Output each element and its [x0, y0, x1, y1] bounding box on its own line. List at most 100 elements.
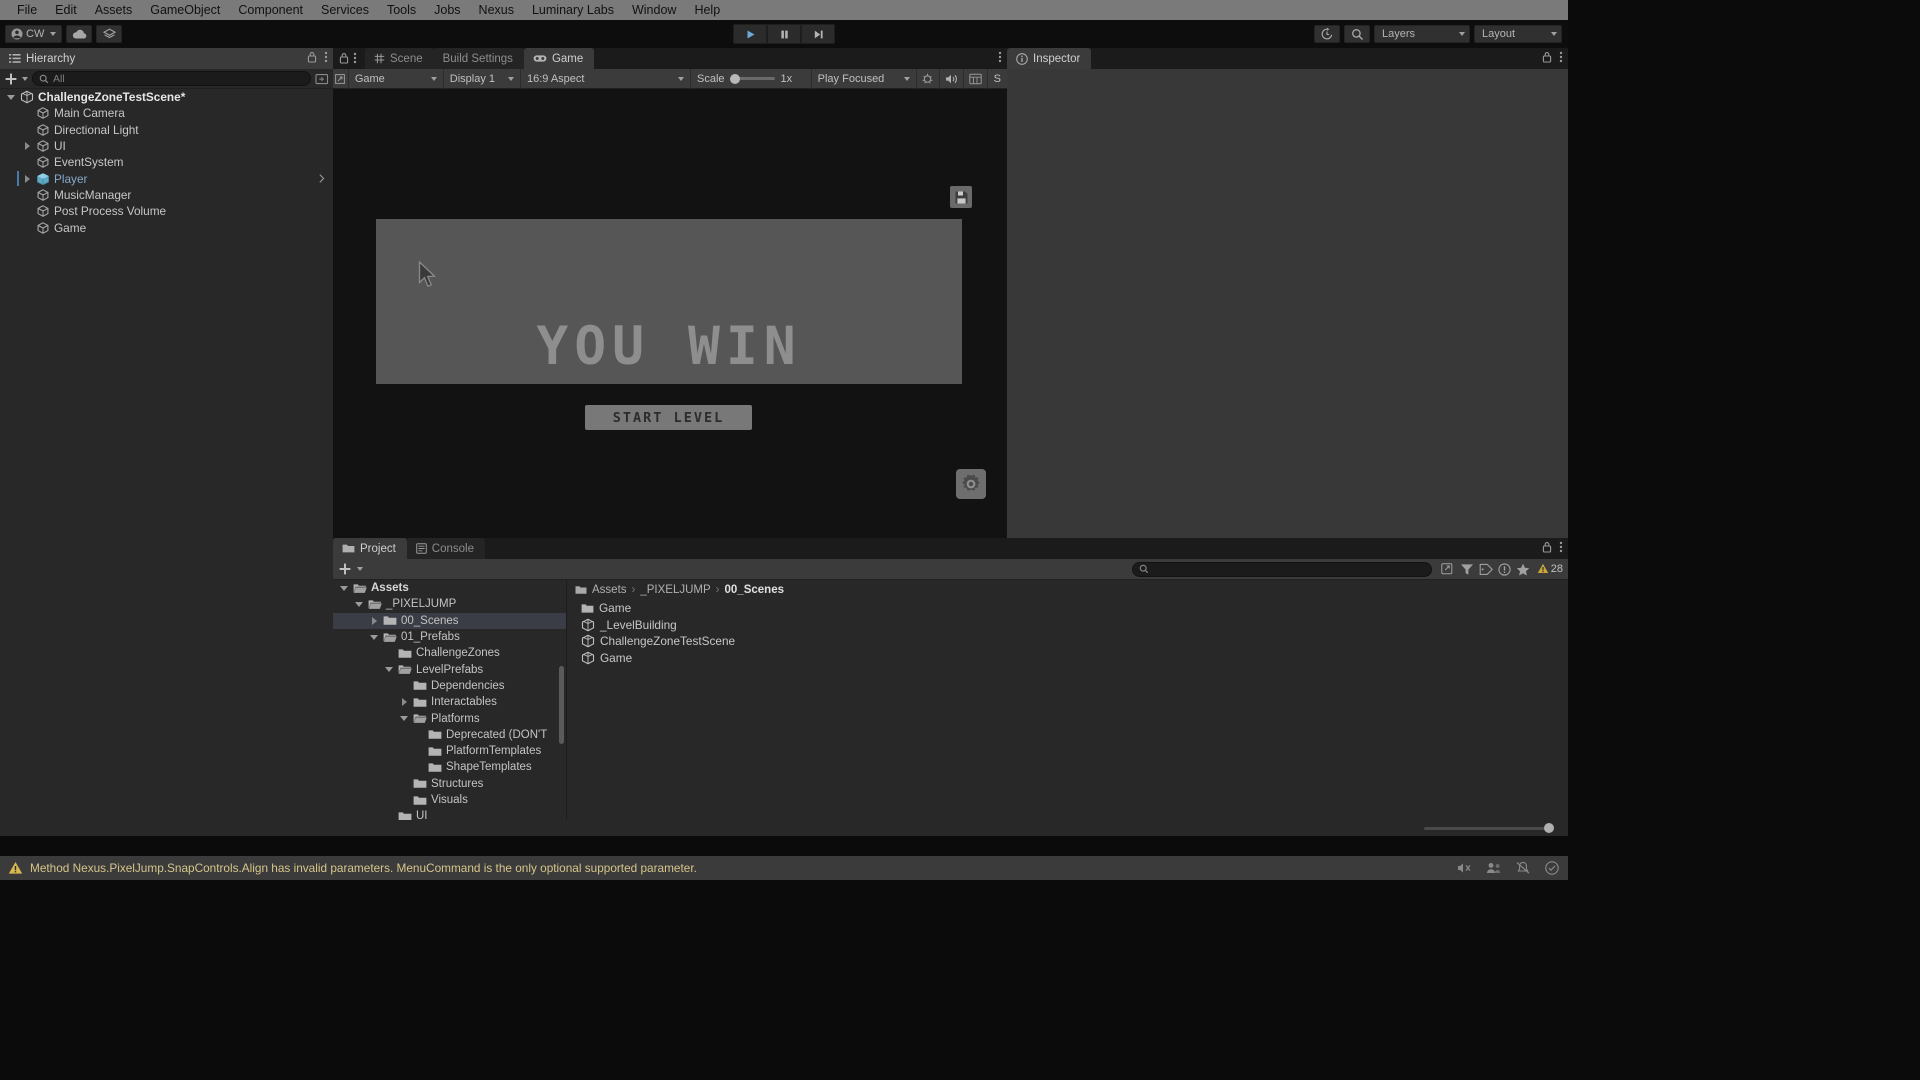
menu-item-help[interactable]: Help — [685, 0, 729, 20]
chevron-right-icon[interactable] — [22, 174, 32, 183]
maximize-button[interactable] — [333, 68, 349, 89]
kebab-menu-icon[interactable] — [1559, 51, 1563, 63]
chevron-right-icon[interactable] — [22, 142, 32, 151]
menu-item-services[interactable]: Services — [312, 0, 378, 20]
project-tree-item-platformtemplates[interactable]: PlatformTemplates — [333, 743, 566, 759]
warning-filter-icon[interactable] — [1498, 562, 1511, 576]
menu-item-window[interactable]: Window — [623, 0, 685, 20]
chevron-down-icon[interactable] — [22, 76, 28, 81]
layout-dropdown[interactable]: Layout — [1474, 25, 1562, 43]
hierarchy-item-eventsystem[interactable]: EventSystem — [0, 154, 333, 170]
hierarchy-item-game[interactable]: Game — [0, 219, 333, 235]
cloud-button[interactable] — [66, 25, 93, 43]
lock-icon[interactable] — [307, 51, 317, 63]
tab-console[interactable]: Console — [406, 538, 485, 559]
play-button[interactable] — [733, 24, 767, 44]
hierarchy-item-ui[interactable]: UI — [0, 138, 333, 154]
project-tree-item-levelprefabs[interactable]: LevelPrefabs — [333, 661, 566, 677]
menu-item-tools[interactable]: Tools — [378, 0, 425, 20]
project-tree-item-interactables[interactable]: Interactables — [333, 694, 566, 710]
error-count-badge[interactable]: 28 — [1537, 563, 1563, 575]
kebab-menu-icon[interactable] — [353, 52, 357, 64]
layers-dropdown[interactable]: Layers — [1374, 25, 1470, 43]
project-tree-item-pixeljump[interactable]: _PIXELJUMP — [333, 596, 566, 612]
plus-icon[interactable] — [338, 562, 352, 576]
save-hud-button[interactable] — [950, 186, 972, 208]
project-search-input[interactable] — [1131, 561, 1432, 577]
lock-icon[interactable] — [339, 52, 349, 64]
project-tree-scrollbar[interactable] — [559, 666, 564, 744]
display-dropdown[interactable]: Display 1 — [444, 68, 521, 89]
menu-item-nexus[interactable]: Nexus — [470, 0, 523, 20]
services-button[interactable] — [96, 25, 123, 43]
menu-item-luminary-labs[interactable]: Luminary Labs — [523, 0, 623, 20]
chevron-right-icon[interactable] — [399, 698, 409, 707]
tab-hierarchy[interactable]: Hierarchy — [0, 48, 87, 69]
search-input[interactable]: All — [32, 71, 311, 86]
asset-item[interactable]: Game — [567, 650, 1568, 667]
scale-slider[interactable] — [729, 73, 775, 84]
project-tree-item-visuals[interactable]: Visuals — [333, 792, 566, 808]
thumbnail-zoom-slider[interactable] — [1424, 823, 1554, 833]
undo-history-button[interactable] — [1314, 25, 1340, 43]
tab-scene[interactable]: Scene — [365, 48, 434, 69]
stats-toggle[interactable] — [964, 68, 988, 89]
save-search-icon[interactable] — [1441, 562, 1455, 576]
chevron-down-icon[interactable] — [369, 634, 379, 640]
no-notification-icon[interactable] — [1515, 861, 1531, 875]
settings-hud-button[interactable] — [956, 469, 986, 499]
lock-icon[interactable] — [1542, 541, 1552, 553]
status-bar[interactable]: Method Nexus.PixelJump.SnapControls.Alig… — [0, 856, 1568, 880]
chevron-down-icon[interactable] — [384, 667, 394, 673]
start-level-button[interactable]: START LEVEL — [585, 405, 752, 430]
menu-item-assets[interactable]: Assets — [86, 0, 142, 20]
tab-inspector[interactable]: Inspector — [1007, 48, 1092, 69]
type-filter-icon[interactable] — [1460, 563, 1474, 576]
label-filter-icon[interactable] — [1479, 563, 1493, 576]
kebab-menu-icon[interactable] — [1559, 541, 1563, 553]
kebab-menu-icon[interactable] — [998, 51, 1002, 63]
game-target-dropdown[interactable]: Game — [349, 68, 444, 89]
aspect-dropdown[interactable]: 16:9 Aspect — [521, 68, 691, 89]
menu-item-jobs[interactable]: Jobs — [425, 0, 469, 20]
project-tree-item-00-scenes[interactable]: 00_Scenes — [333, 612, 566, 629]
breadcrumb-item-1[interactable]: _PIXELJUMP — [640, 584, 710, 596]
chevron-right-icon[interactable] — [369, 616, 379, 625]
breadcrumb-item-0[interactable]: Assets — [592, 584, 627, 596]
plus-icon[interactable] — [4, 72, 18, 86]
project-tree-item-shapetemplates[interactable]: ShapeTemplates — [333, 759, 566, 775]
hierarchy-item-post-process-volume[interactable]: Post Process Volume — [0, 203, 333, 219]
account-button[interactable]: CW — [5, 25, 63, 43]
step-button[interactable] — [801, 24, 835, 44]
hierarchy-item-main-camera[interactable]: Main Camera — [0, 105, 333, 121]
hierarchy-item-expand-right-icon[interactable] — [319, 174, 325, 183]
bug-toggle[interactable] — [917, 68, 941, 89]
tab-game[interactable]: Game — [523, 48, 595, 69]
chevron-down-icon[interactable] — [354, 601, 364, 607]
project-tree-item-platforms[interactable]: Platforms — [333, 710, 566, 726]
project-tree-item-assets[interactable]: Assets — [333, 580, 566, 596]
eye-toggle-icon[interactable] — [315, 73, 329, 85]
chevron-down-icon[interactable] — [339, 585, 349, 591]
mute-audio-toggle[interactable] — [940, 68, 964, 89]
project-tree-item-dependencies[interactable]: Dependencies — [333, 678, 566, 694]
menu-item-gameobject[interactable]: GameObject — [141, 0, 229, 20]
chevron-down-icon[interactable] — [6, 94, 16, 100]
collab-icon[interactable] — [1486, 861, 1502, 875]
chevron-down-icon[interactable] — [357, 567, 363, 571]
hierarchy-item-player[interactable]: Player — [0, 170, 333, 187]
kebab-menu-icon[interactable] — [324, 51, 328, 63]
menu-item-component[interactable]: Component — [229, 0, 312, 20]
tab-build-settings[interactable]: Build Settings — [433, 48, 524, 69]
scale-slider-group[interactable]: Scale 1x — [691, 68, 812, 89]
project-tree-item-ui[interactable]: UI — [333, 808, 566, 820]
project-tree-item-structures[interactable]: Structures — [333, 776, 566, 792]
chevron-down-icon[interactable] — [399, 716, 409, 722]
breadcrumb-item-2[interactable]: 00_Scenes — [725, 584, 784, 596]
lock-icon[interactable] — [1542, 51, 1552, 63]
asset-item[interactable]: Game — [567, 600, 1568, 617]
tab-project[interactable]: Project — [333, 538, 407, 559]
menu-item-edit[interactable]: Edit — [46, 0, 86, 20]
mute-icon[interactable] — [1457, 861, 1473, 875]
gizmos-dropdown[interactable]: S — [988, 69, 1007, 89]
